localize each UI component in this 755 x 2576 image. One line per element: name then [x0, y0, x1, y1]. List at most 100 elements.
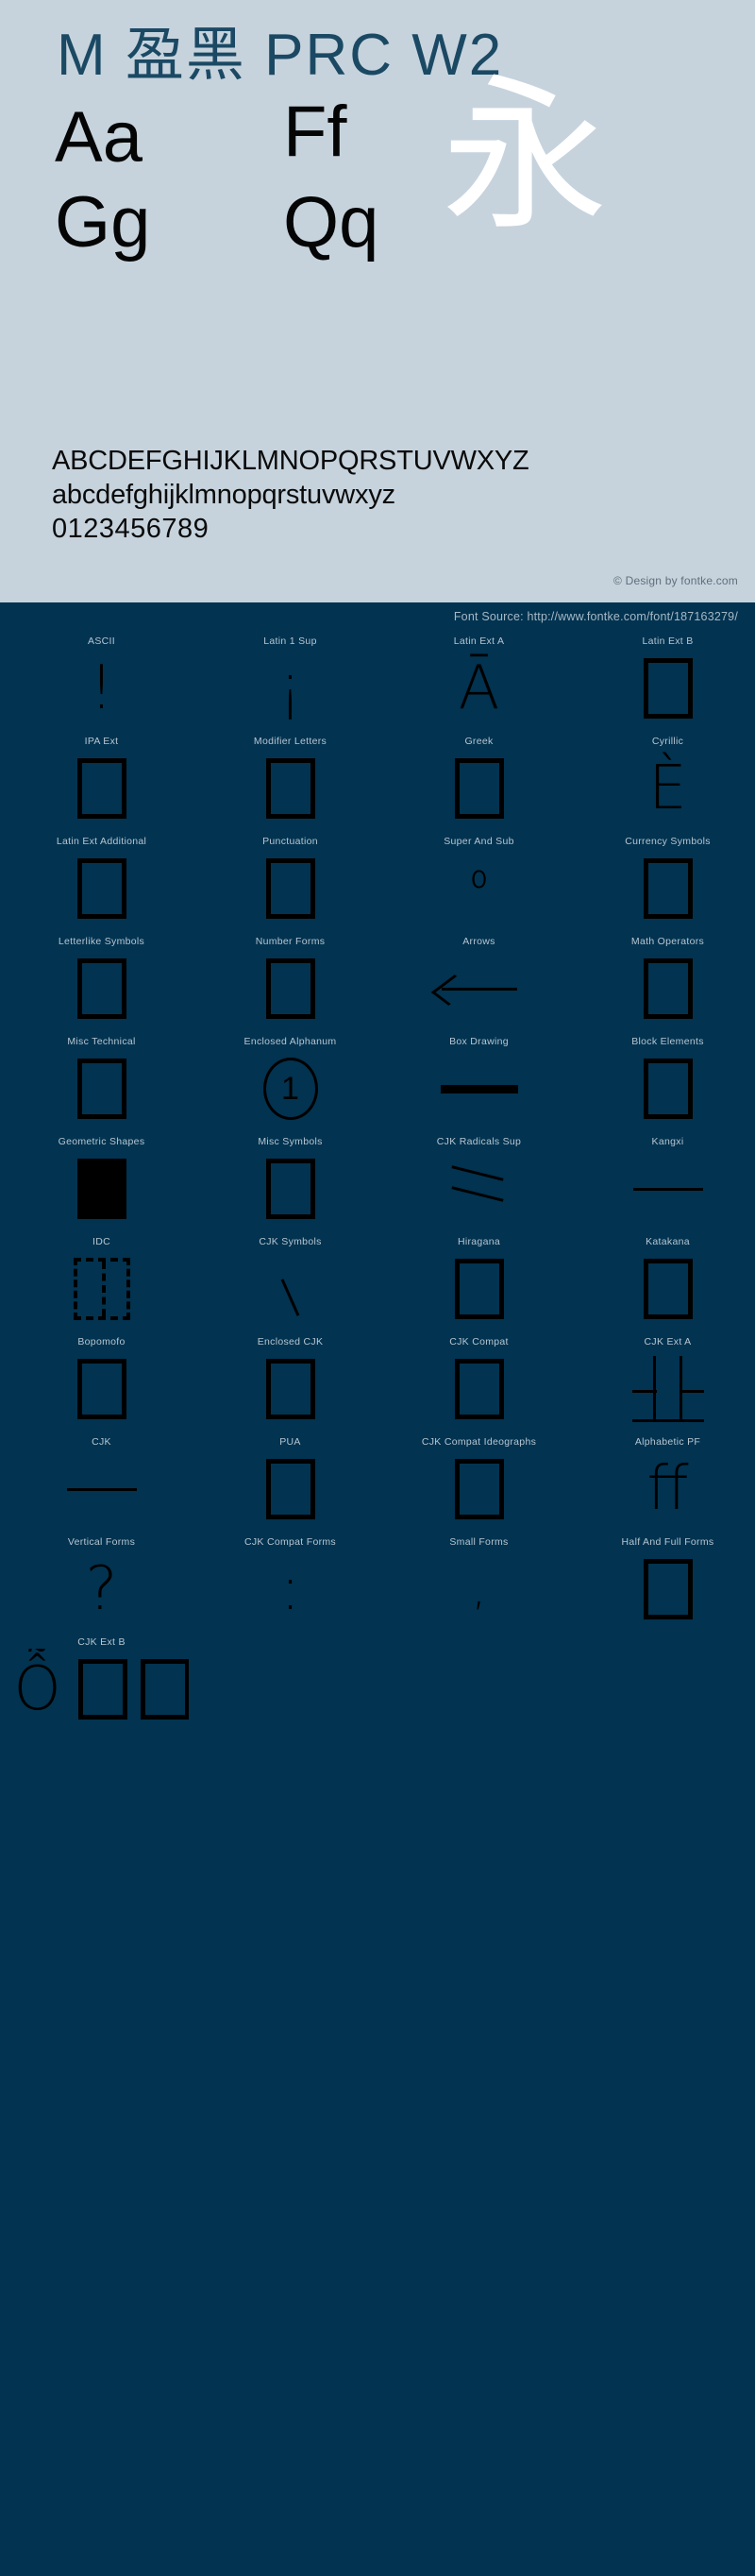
alphabet-uppercase: ABCDEFGHIJKLMNOPQRSTUVWXYZ — [52, 446, 529, 476]
unicode-block-label: Alphabetic PF — [634, 1436, 701, 1448]
unicode-block-label: Latin Ext B — [642, 636, 694, 647]
block-row: CJK Ext B Ỗ — [0, 1635, 755, 1736]
block-row: IDC CJK Symbols Hiragana Katakana — [0, 1235, 755, 1335]
unicode-block-cell[interactable]: Half And Full Forms — [580, 1535, 755, 1635]
unicode-block-cell[interactable]: Alphabetic PF ﬀ — [580, 1435, 755, 1535]
unicode-block-cell[interactable]: PUA — [203, 1435, 378, 1535]
unicode-block-cell[interactable]: Modifier Letters — [203, 735, 378, 835]
unicode-block-cell[interactable]: IPA Ext — [14, 735, 189, 835]
unicode-block-cell[interactable]: Katakana — [580, 1235, 755, 1335]
block-sample-character: Ā — [458, 653, 500, 723]
unicode-block-cell[interactable]: Geometric Shapes — [14, 1135, 189, 1235]
font-source-bar: Font Source: http://www.fontke.com/font/… — [453, 610, 738, 623]
unicode-block-cell[interactable]: Letterlike Symbols — [14, 935, 189, 1035]
unicode-block-cell[interactable]: Currency Symbols — [580, 835, 755, 935]
unicode-block-cell[interactable]: CJK Radicals Sup — [392, 1135, 566, 1235]
block-glyph — [14, 1148, 189, 1229]
unicode-block-cell[interactable]: CJK Compat — [392, 1335, 566, 1435]
unicode-block-cell[interactable]: Latin Ext Additional — [14, 835, 189, 935]
unicode-block-cell[interactable]: Enclosed Alphanum 1 — [203, 1035, 378, 1135]
notdef-box-icon — [76, 958, 126, 1019]
block-glyph: : — [203, 1549, 378, 1630]
unicode-block-cell[interactable]: Small Forms, — [392, 1535, 566, 1635]
sample-letter-ff: Ff — [283, 92, 347, 172]
unicode-block-cell[interactable]: Latin Ext A Ā — [392, 635, 566, 735]
block-glyph — [392, 1248, 566, 1330]
circled-one-icon: 1 — [262, 1058, 318, 1120]
unicode-block-cell[interactable]: Greek — [392, 735, 566, 835]
block-glyph: ﬀ — [580, 1449, 755, 1530]
unicode-block-cell[interactable]: ASCII! — [14, 635, 189, 735]
unicode-block-cell[interactable]: Cyrillic È — [580, 735, 755, 835]
unicode-block-label: Geometric Shapes — [58, 1136, 145, 1147]
block-glyph — [203, 948, 378, 1029]
unicode-block-cell[interactable]: Block Elements — [580, 1035, 755, 1135]
block-glyph — [580, 1348, 755, 1430]
ideographic-comma-icon — [280, 1279, 300, 1316]
unicode-block-cell[interactable]: CJK Compat Forms: — [203, 1535, 378, 1635]
notdef-box-icon — [643, 958, 693, 1019]
block-glyph — [580, 1148, 755, 1229]
unicode-block-label: CJK Compat — [449, 1336, 509, 1347]
unicode-block-cell[interactable]: CJK Ext B Ỗ — [14, 1635, 189, 1736]
notdef-box-icon — [265, 1459, 315, 1519]
unicode-block-cell[interactable]: Number Forms — [203, 935, 378, 1035]
unicode-block-cell[interactable]: CJK Symbols — [203, 1235, 378, 1335]
unicode-block-label: Super And Sub — [444, 836, 514, 847]
unicode-block-cell[interactable]: IDC — [14, 1235, 189, 1335]
block-glyph: È — [580, 748, 755, 829]
unicode-block-label: IPA Ext — [84, 736, 119, 747]
unicode-block-cell[interactable]: Bopomofo — [14, 1335, 189, 1435]
notdef-box-icon — [265, 1159, 315, 1219]
notdef-box-icon — [643, 1259, 693, 1319]
unicode-block-cell[interactable]: Misc Symbols — [203, 1135, 378, 1235]
unicode-block-label: Vertical Forms — [67, 1536, 136, 1548]
alphabet-block: ABCDEFGHIJKLMNOPQRSTUVWXYZ abcdefghijklm… — [52, 444, 529, 546]
block-sample-character: : — [279, 1554, 301, 1624]
block-glyph — [14, 748, 189, 829]
block-row: Geometric Shapes Misc Symbols CJK Radicals… — [0, 1135, 755, 1235]
unicode-block-cell[interactable]: Punctuation — [203, 835, 378, 935]
notdef-box-icon — [76, 858, 126, 919]
block-glyph — [203, 1248, 378, 1330]
unicode-block-cell[interactable]: Misc Technical — [14, 1035, 189, 1135]
block-glyph — [203, 748, 378, 829]
block-glyph — [580, 1248, 755, 1330]
block-glyph: ! — [14, 648, 189, 729]
unicode-block-cell[interactable]: Vertical Forms? — [14, 1535, 189, 1635]
latin-o-circumflex-grave-icon: Ỗ — [14, 1654, 61, 1724]
block-glyph — [14, 1348, 189, 1430]
unicode-block-cell[interactable]: Arrows — [392, 935, 566, 1035]
notdef-box-icon — [643, 858, 693, 919]
unicode-block-cell[interactable]: Box Drawing — [392, 1035, 566, 1135]
unicode-block-label: CJK Compat Forms — [244, 1536, 336, 1548]
block-glyph — [580, 1549, 755, 1630]
unicode-block-label: Currency Symbols — [625, 836, 711, 847]
unicode-block-cell[interactable]: Kangxi — [580, 1135, 755, 1235]
box-drawing-bar-icon — [440, 1084, 518, 1093]
block-row: ASCII! Latin 1 Sup ¡ Latin Ext A Ā Latin Ext … — [0, 635, 755, 735]
block-row: Letterlike Symbols Number Forms Arrows Math… — [0, 935, 755, 1035]
block-glyph — [203, 1449, 378, 1530]
unicode-block-cell[interactable]: CJK — [14, 1435, 189, 1535]
block-glyph: Ỗ — [14, 1649, 189, 1730]
unicode-block-cell[interactable]: Math Operators — [580, 935, 755, 1035]
unicode-block-cell[interactable]: CJK Compat Ideographs — [392, 1435, 566, 1535]
block-glyph — [580, 948, 755, 1029]
block-glyph: Ā — [392, 648, 566, 729]
block-glyph — [580, 1048, 755, 1129]
unicode-block-cell[interactable]: CJK Ext A — [580, 1335, 755, 1435]
unicode-block-cell[interactable]: Latin Ext B — [580, 635, 755, 735]
block-glyph — [14, 1248, 189, 1330]
block-row: Latin Ext Additional Punctuation Super And… — [0, 835, 755, 935]
unicode-block-label: Bopomofo — [77, 1336, 126, 1347]
block-glyph — [14, 1048, 189, 1129]
unicode-block-cell[interactable]: Enclosed CJK — [203, 1335, 378, 1435]
unicode-block-cell[interactable]: Super And Sub ⁰ — [392, 835, 566, 935]
unicode-block-label: CJK — [92, 1436, 111, 1448]
unicode-block-cell[interactable]: Hiragana — [392, 1235, 566, 1335]
unicode-block-label: ASCII — [88, 636, 115, 647]
unicode-block-cell[interactable]: Latin 1 Sup ¡ — [203, 635, 378, 735]
unicode-block-label: Block Elements — [631, 1036, 704, 1047]
unicode-block-label: CJK Compat Ideographs — [421, 1436, 537, 1448]
